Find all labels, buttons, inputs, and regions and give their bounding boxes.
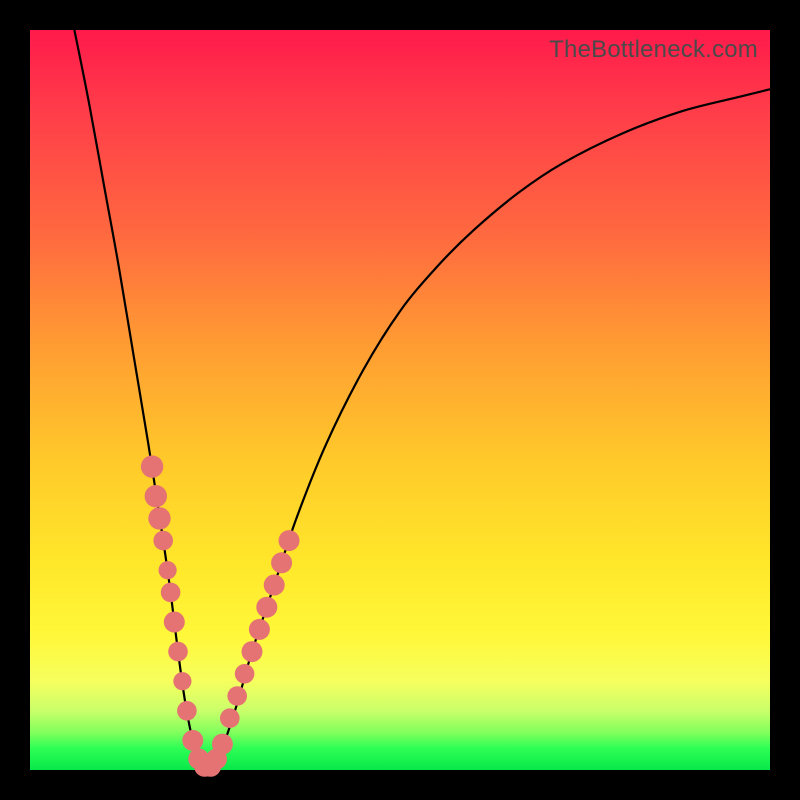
marker-dot	[161, 583, 181, 603]
marker-dot	[164, 612, 185, 633]
marker-dot	[264, 575, 285, 596]
marker-dot	[148, 507, 170, 529]
marker-dot	[235, 664, 255, 684]
outer-frame: TheBottleneck.com	[0, 0, 800, 800]
marker-dot	[220, 708, 240, 728]
marker-dot	[242, 641, 263, 662]
curve-svg	[30, 30, 770, 770]
marker-dot	[271, 552, 292, 573]
marker-group	[141, 455, 300, 776]
marker-dot	[279, 530, 300, 551]
marker-dot	[153, 531, 173, 551]
marker-dot	[182, 730, 203, 751]
marker-dot	[145, 485, 167, 507]
marker-dot	[249, 619, 270, 640]
marker-dot	[168, 642, 188, 662]
marker-dot	[159, 561, 177, 579]
marker-dot	[212, 734, 233, 755]
marker-dot	[227, 686, 247, 706]
plot-area: TheBottleneck.com	[30, 30, 770, 770]
marker-dot	[173, 672, 191, 690]
marker-dot	[177, 701, 197, 721]
marker-dot	[256, 597, 277, 618]
marker-dot	[141, 455, 163, 477]
